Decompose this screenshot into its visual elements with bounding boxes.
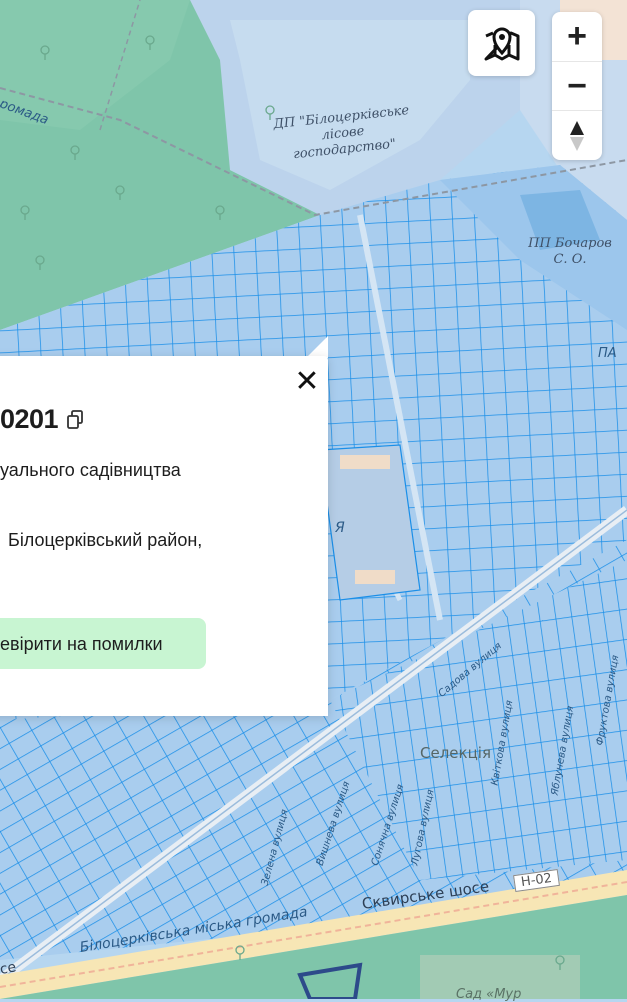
map-pin-layers-icon xyxy=(484,27,519,61)
zoom-controls: + − xyxy=(552,12,602,160)
partial-ce-label: се xyxy=(0,959,18,978)
compass-button[interactable] xyxy=(552,110,602,160)
pp-line-1: ПП Бочаров xyxy=(528,236,612,251)
popup-tail xyxy=(306,336,328,358)
garden-label: Сад «Мур xyxy=(456,987,522,1002)
check-errors-label[interactable]: евірити на помилки xyxy=(0,634,163,655)
close-button[interactable]: ✕ xyxy=(293,367,321,397)
zoom-out-button[interactable]: − xyxy=(552,60,602,111)
copy-icon[interactable] xyxy=(66,410,84,430)
parcel-purpose: уального садівництва xyxy=(0,460,181,480)
parcel-address: Білоцерківський район, xyxy=(8,530,203,550)
compass-icon xyxy=(570,120,584,151)
partial-pa-label: ПА xyxy=(598,346,617,361)
private-enterprise-label: ПП Бочаров С. О. xyxy=(520,236,620,268)
pp-line-2: С. О. xyxy=(553,252,587,267)
seleksiia-label: Селекція xyxy=(420,744,491,762)
partial-ya-label: Я xyxy=(335,520,345,536)
cadastral-number: 0201 xyxy=(0,404,59,434)
zoom-in-button[interactable]: + xyxy=(552,12,602,61)
layers-button[interactable] xyxy=(468,10,535,76)
